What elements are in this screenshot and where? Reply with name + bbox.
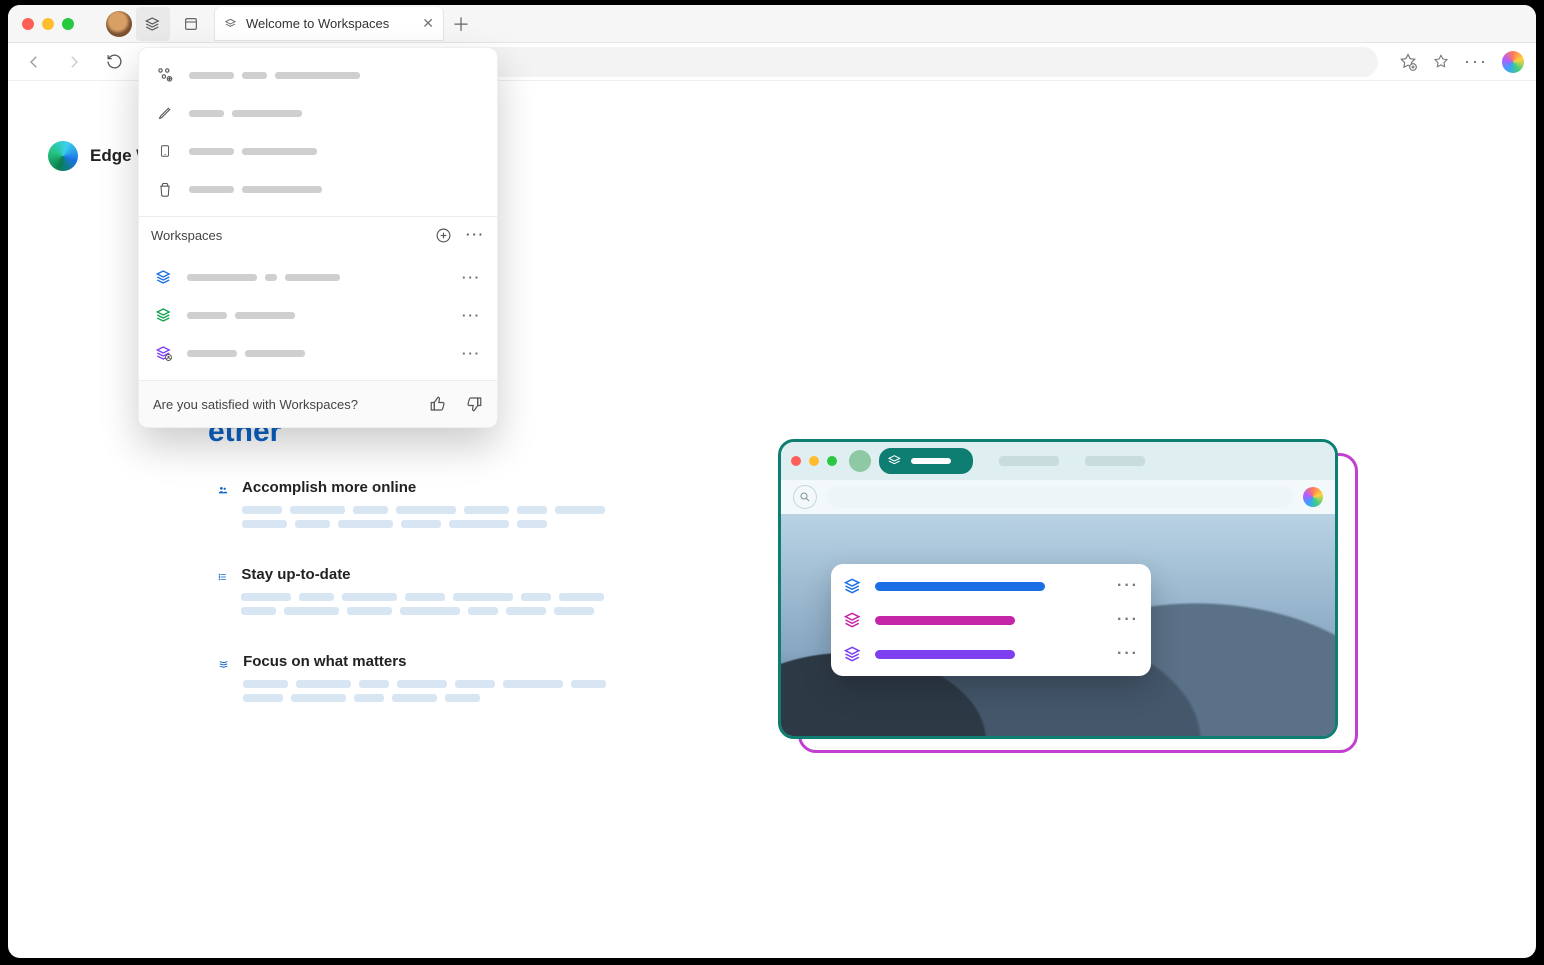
workspace-item-more[interactable]: ··· [462,308,481,323]
workspace-icon [155,344,173,362]
edit-icon [155,105,175,121]
dropdown-action-edit[interactable] [143,94,493,132]
dropdown-actions-section [139,48,497,216]
feature-body-placeholder [242,506,618,528]
add-workspace-button[interactable] [435,227,452,244]
feature-title: Accomplish more online [242,479,618,496]
tab-title: Welcome to Workspaces [246,16,389,31]
dropdown-workspace-list: ··· ··· ··· [139,250,497,380]
focus-icon [218,655,229,673]
profile-avatar[interactable] [106,11,132,37]
workspaces-more-button[interactable]: ··· [466,227,485,244]
hero-illustration: ··· ··· ··· [778,439,1358,759]
workspaces-button[interactable] [136,7,170,41]
tab-actions-button[interactable] [174,7,208,41]
feature-item: Accomplish more online [218,479,618,528]
feature-item: Stay up-to-date [218,566,618,615]
dropdown-action-delete[interactable] [143,170,493,208]
workspace-icon [155,306,173,324]
new-tab-button[interactable]: ＋ [452,11,470,37]
workspaces-heading: Workspaces [151,228,222,243]
workspaces-dropdown: Workspaces ··· ··· ··· ··· [138,47,498,428]
window-controls [22,18,74,30]
dropdown-workspaces-header: Workspaces ··· [139,217,497,250]
feature-body-placeholder [241,593,618,615]
settings-icon [155,66,175,84]
workspace-icon [155,268,173,286]
illus-workspace-menu: ··· ··· ··· [831,564,1151,676]
workspace-item-more[interactable]: ··· [462,270,481,285]
feedback-prompt: Are you satisfied with Workspaces? [153,397,358,412]
illus-avatar-icon [849,450,871,472]
feature-title: Focus on what matters [243,653,618,670]
browser-window: Welcome to Workspaces ✕ ＋ ··· Edge W eth… [8,5,1536,958]
copilot-button[interactable] [1502,51,1524,73]
more-menu-button[interactable]: ··· [1464,51,1488,72]
thumbs-up-button[interactable] [429,395,447,413]
workspace-icon [224,17,238,31]
close-window-button[interactable] [22,18,34,30]
dropdown-feedback-footer: Are you satisfied with Workspaces? [139,380,497,427]
browser-tab[interactable]: Welcome to Workspaces ✕ [214,7,444,41]
toolbar-right: ··· [1398,51,1524,73]
dropdown-action-settings[interactable] [143,56,493,94]
people-icon [218,481,228,499]
collections-icon[interactable] [1398,52,1418,72]
favorites-icon[interactable] [1432,53,1450,71]
dropdown-action-device[interactable] [143,132,493,170]
feature-list: Accomplish more online Stay up-to-date [218,479,618,702]
trash-icon [155,181,175,198]
back-button[interactable] [20,48,48,76]
list-icon [218,568,227,586]
device-icon [155,142,175,160]
minimize-window-button[interactable] [42,18,54,30]
workspace-item[interactable]: ··· [143,334,493,372]
feature-body-placeholder [243,680,618,702]
workspace-item[interactable]: ··· [143,258,493,296]
feature-title: Stay up-to-date [241,566,618,583]
maximize-window-button[interactable] [62,18,74,30]
titlebar: Welcome to Workspaces ✕ ＋ [8,5,1536,43]
close-tab-button[interactable]: ✕ [422,15,434,32]
refresh-button[interactable] [100,48,128,76]
thumbs-down-button[interactable] [465,395,483,413]
illus-workspace-pill [879,448,973,474]
illus-front-window: ··· ··· ··· [778,439,1338,739]
forward-button[interactable] [60,48,88,76]
workspace-item[interactable]: ··· [143,296,493,334]
illus-search-icon [793,485,817,509]
edge-logo-icon [48,141,78,171]
illus-copilot-icon [1303,487,1323,507]
feature-item: Focus on what matters [218,653,618,702]
workspace-item-more[interactable]: ··· [462,346,481,361]
